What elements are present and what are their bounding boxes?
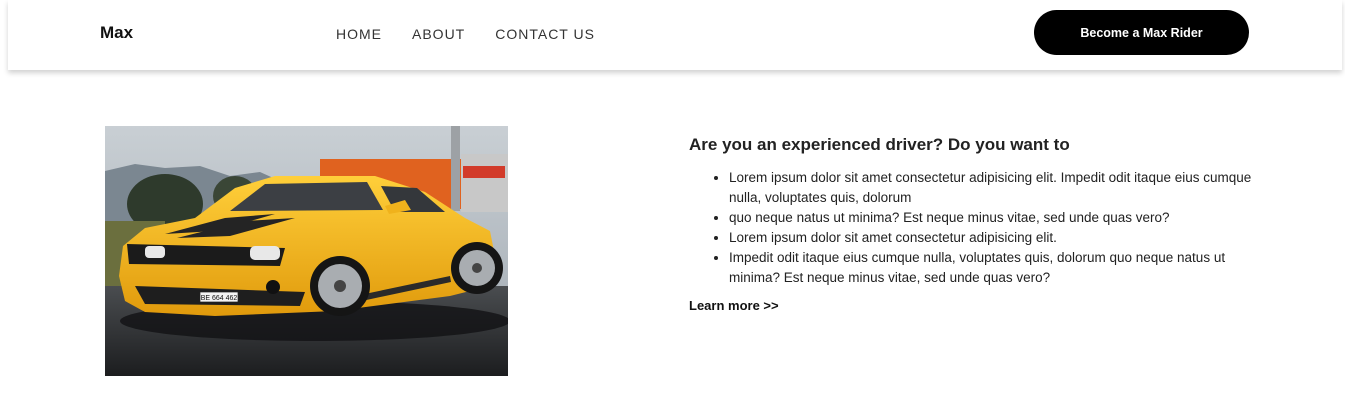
section-heading: Are you an experienced driver? Do you wa…	[689, 135, 1070, 154]
main-nav: HOME ABOUT CONTACT US	[336, 26, 595, 42]
learn-more-link[interactable]: Learn more >>	[689, 298, 779, 313]
car-photo: BE 664 462	[105, 126, 508, 376]
feature-list: Lorem ipsum dolor sit amet consectetur a…	[689, 168, 1269, 288]
nav-home-link[interactable]: HOME	[336, 26, 382, 42]
site-header: Max HOME ABOUT CONTACT US Become a Max R…	[8, 0, 1342, 70]
list-item: Impedit odit itaque eius cumque nulla, v…	[729, 248, 1269, 288]
license-plate-text: BE 664 462	[201, 295, 238, 302]
driver-info: Are you an experienced driver? Do you wa…	[689, 135, 1269, 315]
nav-about-link[interactable]: ABOUT	[412, 26, 465, 42]
list-item: Lorem ipsum dolor sit amet consectetur a…	[729, 228, 1269, 248]
list-item: quo neque natus ut minima? Est neque min…	[729, 208, 1269, 228]
become-rider-button[interactable]: Become a Max Rider	[1034, 10, 1249, 55]
nav-contact-link[interactable]: CONTACT US	[495, 26, 595, 42]
list-item: Lorem ipsum dolor sit amet consectetur a…	[729, 168, 1269, 208]
brand-logo[interactable]: Max	[100, 23, 133, 43]
